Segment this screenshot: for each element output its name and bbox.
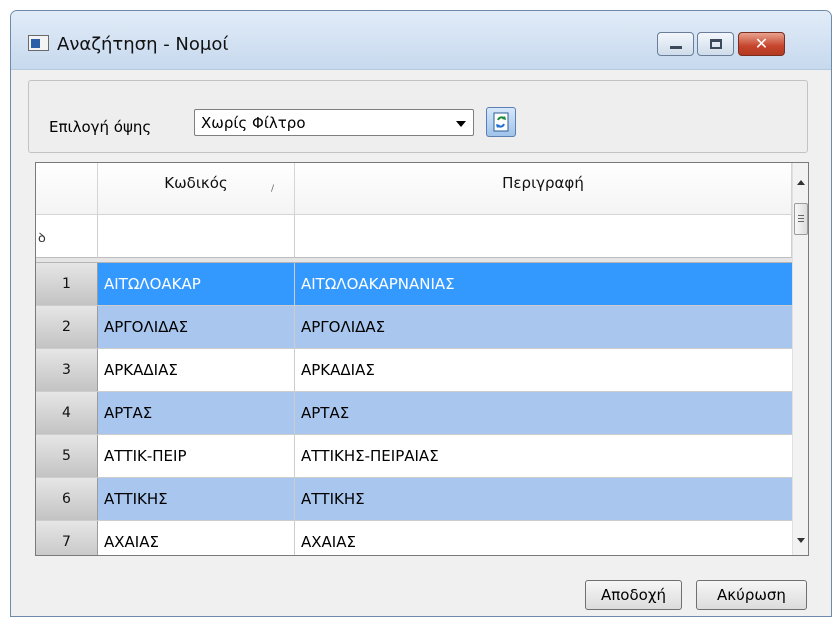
row-number[interactable]: 6 <box>36 478 98 520</box>
window-title: Αναζήτηση - Νομοί <box>57 34 229 55</box>
grid-rows: 1 ΑΙΤΩΛΟΑΚΑΡ ΑΙΤΩΛΟΑΚΑΡΝΑΝΙΑΣ 2 ΑΡΓΟΛΙΔΑ… <box>36 263 792 555</box>
table-row[interactable]: 6 ΑΤΤΙΚΗΣ ΑΤΤΙΚΗΣ <box>36 478 792 521</box>
refresh-button[interactable] <box>486 107 516 137</box>
cell-code[interactable]: ΑΤΤΙΚΗΣ <box>98 478 295 520</box>
chevron-down-icon[interactable] <box>456 121 466 127</box>
scroll-up-arrow-icon[interactable] <box>797 180 805 185</box>
scrollbar-thumb[interactable] <box>794 203 808 235</box>
view-select-value: Χωρίς Φίλτρο <box>201 114 306 132</box>
vertical-scrollbar[interactable] <box>792 163 808 555</box>
cell-description[interactable]: ΑΡΓΟΛΙΔΑΣ <box>295 306 792 348</box>
column-header-code-label: Κωδικός <box>164 174 228 192</box>
code-filter-input[interactable] <box>98 215 295 258</box>
row-number[interactable]: 2 <box>36 306 98 348</box>
filter-funnel-icon: ꝺ <box>38 231 46 246</box>
cell-code[interactable]: ΑΡΚΑΔΙΑΣ <box>98 349 295 391</box>
row-header-corner <box>36 163 98 215</box>
search-window: Αναζήτηση - Νομοί ✕ Επιλογή όψης Χωρίς Φ… <box>10 10 832 617</box>
view-select[interactable]: Χωρίς Φίλτρο <box>194 109 474 136</box>
cell-code[interactable]: ΑΤΤΙΚ-ΠΕΙΡ <box>98 435 295 477</box>
row-number[interactable]: 1 <box>36 263 98 305</box>
table-row[interactable]: 5 ΑΤΤΙΚ-ΠΕΙΡ ΑΤΤΙΚΗΣ-ΠΕΙΡΑΙΑΣ <box>36 435 792 478</box>
cell-code[interactable]: ΑΡΓΟΛΙΔΑΣ <box>98 306 295 348</box>
maximize-icon <box>710 39 722 49</box>
row-number[interactable]: 3 <box>36 349 98 391</box>
close-button[interactable]: ✕ <box>738 32 785 56</box>
column-header-code[interactable]: Κωδικός / <box>98 163 295 215</box>
table-row[interactable]: 3 ΑΡΚΑΔΙΑΣ ΑΡΚΑΔΙΑΣ <box>36 349 792 392</box>
cancel-button[interactable]: Ακύρωση <box>696 580 807 610</box>
table-row[interactable]: 1 ΑΙΤΩΛΟΑΚΑΡ ΑΙΤΩΛΟΑΚΑΡΝΑΝΙΑΣ <box>36 263 792 306</box>
sort-indicator-icon: / <box>270 184 274 194</box>
row-number[interactable]: 7 <box>36 521 98 555</box>
description-filter-input[interactable] <box>295 215 792 258</box>
row-number[interactable]: 5 <box>36 435 98 477</box>
table-row[interactable]: 4 ΑΡΤΑΣ ΑΡΤΑΣ <box>36 392 792 435</box>
view-filter-group: Επιλογή όψης Χωρίς Φίλτρο <box>28 80 808 153</box>
filter-row-indicator: ꝺ <box>36 215 98 258</box>
row-number[interactable]: 4 <box>36 392 98 434</box>
column-header-description-label: Περιγραφή <box>502 174 584 192</box>
view-select-label: Επιλογή όψης <box>49 118 152 136</box>
title-bar[interactable]: Αναζήτηση - Νομοί ✕ <box>11 11 831 69</box>
results-grid: Κωδικός / Περιγραφή ꝺ 1 ΑΙΤΩΛΟΑΚΑΡ ΑΙΤΩΛ… <box>35 162 809 556</box>
close-icon: ✕ <box>754 34 769 53</box>
minimize-icon <box>670 46 682 49</box>
cell-description[interactable]: ΑΡΤΑΣ <box>295 392 792 434</box>
accept-button[interactable]: Αποδοχή <box>585 580 682 610</box>
column-header-description[interactable]: Περιγραφή <box>295 163 792 215</box>
cell-description[interactable]: ΑΙΤΩΛΟΑΚΑΡΝΑΝΙΑΣ <box>295 263 792 305</box>
cell-description[interactable]: ΑΤΤΙΚΗΣ-ΠΕΙΡΑΙΑΣ <box>295 435 792 477</box>
cell-code[interactable]: ΑΙΤΩΛΟΑΚΑΡ <box>98 263 295 305</box>
cell-description[interactable]: ΑΡΚΑΔΙΑΣ <box>295 349 792 391</box>
client-area: Επιλογή όψης Χωρίς Φίλτρο Κωδικός / Περι… <box>11 69 831 616</box>
maximize-button[interactable] <box>697 32 734 56</box>
table-row[interactable]: 2 ΑΡΓΟΛΙΔΑΣ ΑΡΓΟΛΙΔΑΣ <box>36 306 792 349</box>
cell-description[interactable]: ΑΧΑΙΑΣ <box>295 521 792 555</box>
cell-code[interactable]: ΑΡΤΑΣ <box>98 392 295 434</box>
table-row[interactable]: 7 ΑΧΑΙΑΣ ΑΧΑΙΑΣ <box>36 521 792 555</box>
cell-code[interactable]: ΑΧΑΙΑΣ <box>98 521 295 555</box>
refresh-icon <box>493 112 509 132</box>
cell-description[interactable]: ΑΤΤΙΚΗΣ <box>295 478 792 520</box>
scroll-down-arrow-icon[interactable] <box>797 538 805 543</box>
app-icon <box>28 35 49 51</box>
minimize-button[interactable] <box>657 32 694 56</box>
